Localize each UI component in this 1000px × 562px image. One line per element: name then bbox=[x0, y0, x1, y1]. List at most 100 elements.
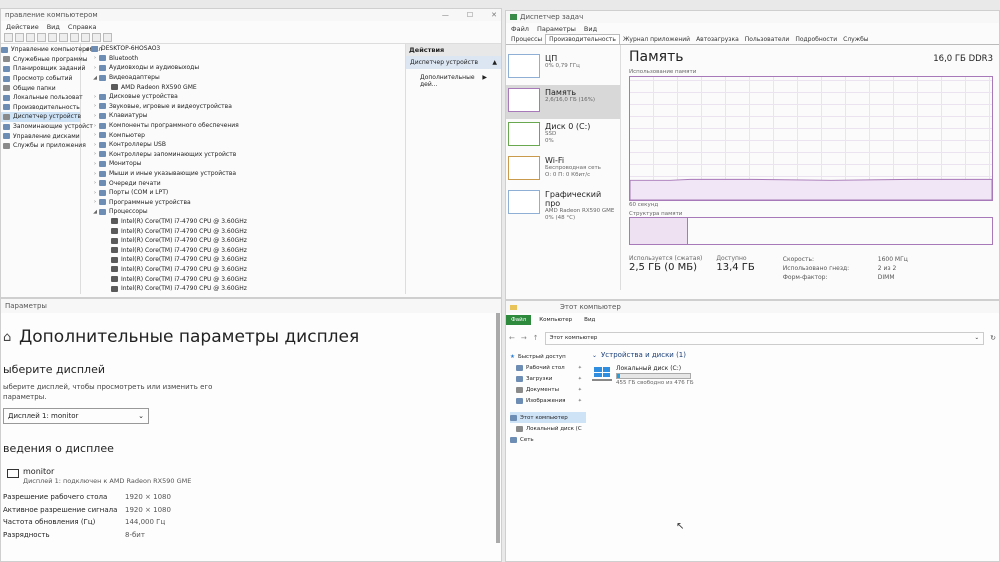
nav-quick-access[interactable]: ★ Быстрый доступ bbox=[510, 351, 586, 362]
expand-arrow-icon[interactable]: › bbox=[91, 65, 99, 71]
address-bar[interactable]: Этот компьютер ⌄ bbox=[544, 331, 985, 345]
drive-tile[interactable]: Локальный диск (C:) 455 ГБ свободно из 4… bbox=[592, 365, 999, 386]
device-category[interactable]: › Контроллеры USB bbox=[83, 140, 405, 150]
nav-local-disk[interactable]: Локальный диск (C bbox=[510, 423, 586, 434]
device-category[interactable]: › Клавиатуры bbox=[83, 111, 405, 121]
expand-arrow-icon[interactable]: › bbox=[91, 161, 99, 167]
perf-item[interactable]: ЦП 0% 0,79 ГГц bbox=[506, 51, 620, 85]
nav-documents[interactable]: Документы ✦ bbox=[510, 384, 586, 395]
device-category[interactable]: ◢ Процессоры bbox=[83, 207, 405, 217]
console-tree-item[interactable]: Служебные программы bbox=[1, 55, 87, 65]
maximize-icon[interactable]: ☐ bbox=[467, 11, 473, 19]
action-more[interactable]: Дополнительные дей... ▶ bbox=[406, 69, 501, 93]
section-devices-header[interactable]: ⌄ Устройства и диски (1) bbox=[592, 351, 999, 359]
device-item[interactable]: Intel(R) Core(TM) i7-4790 CPU @ 3.60GHz bbox=[83, 284, 405, 294]
device-category[interactable]: › Компьютер bbox=[83, 130, 405, 140]
expand-arrow-icon[interactable]: › bbox=[91, 113, 99, 119]
expand-arrow-icon[interactable]: › bbox=[91, 190, 99, 196]
console-tree-item[interactable]: Управление компьютером (л bbox=[1, 45, 102, 55]
tab-users[interactable]: Пользователи bbox=[742, 35, 793, 44]
device-category[interactable]: › Аудиовходы и аудиовыходы bbox=[83, 63, 405, 73]
perf-item[interactable]: Графический про AMD Radeon RX590 GME 0% (4… bbox=[506, 187, 620, 221]
up-icon[interactable] bbox=[26, 33, 35, 42]
expand-arrow-icon[interactable]: › bbox=[91, 180, 99, 186]
tm-menu-file[interactable]: Файл bbox=[511, 25, 529, 33]
up-arrow-icon[interactable]: ↑ bbox=[533, 334, 539, 342]
monitor-icon[interactable] bbox=[70, 33, 79, 42]
menu-view[interactable]: Вид bbox=[47, 23, 60, 31]
device-item[interactable]: Intel(R) Core(TM) i7-4790 CPU @ 3.60GHz bbox=[83, 255, 405, 265]
settings-scrollbar[interactable] bbox=[496, 313, 500, 543]
minimize-icon[interactable]: — bbox=[442, 11, 449, 19]
device-item[interactable]: Intel(R) Core(TM) i7-4790 CPU @ 3.60GHz bbox=[83, 245, 405, 255]
expand-arrow-icon[interactable]: › bbox=[91, 103, 99, 109]
expand-arrow-icon[interactable]: › bbox=[91, 142, 99, 148]
address-dropdown-icon[interactable]: ⌄ bbox=[975, 335, 980, 341]
back-icon[interactable] bbox=[4, 33, 13, 42]
close-icon[interactable]: ✕ bbox=[491, 11, 497, 19]
device-item[interactable]: Intel(R) Core(TM) i7-4790 CPU @ 3.60GHz bbox=[83, 236, 405, 246]
device-item[interactable]: Intel(R) Core(TM) i7-4790 CPU @ 3.60GHz bbox=[83, 274, 405, 284]
console-tree-item[interactable]: Диспетчер устройств bbox=[1, 112, 81, 122]
console-tree-item[interactable]: Планировщик заданий bbox=[1, 64, 85, 74]
device-category[interactable]: › Очереди печати bbox=[83, 178, 405, 188]
expand-arrow-icon[interactable]: › bbox=[91, 151, 99, 157]
console-tree-item[interactable]: Локальные пользоват bbox=[1, 93, 83, 103]
properties-icon[interactable] bbox=[37, 33, 46, 42]
collapse-arrow-icon[interactable]: ◢ bbox=[91, 209, 99, 215]
device-item[interactable]: Intel(R) Core(TM) i7-4790 CPU @ 3.60GHz bbox=[83, 226, 405, 236]
device-item[interactable]: Intel(R) Core(TM) i7-4790 CPU @ 3.60GHz bbox=[83, 265, 405, 275]
device-item[interactable]: Intel(R) Core(TM) i7-4790 CPU @ 3.60GHz bbox=[83, 217, 405, 227]
device-category[interactable]: › Bluetooth bbox=[83, 54, 405, 64]
refresh-icon[interactable]: ↻ bbox=[990, 334, 996, 342]
expand-arrow-icon[interactable]: › bbox=[91, 199, 99, 205]
tab-details[interactable]: Подробности bbox=[792, 35, 840, 44]
console-tree-item[interactable]: Службы и приложения bbox=[1, 141, 86, 151]
tab-services[interactable]: Службы bbox=[840, 35, 871, 44]
device-category[interactable]: › Мыши и иные указывающие устройства bbox=[83, 169, 405, 179]
uninstall-icon[interactable] bbox=[103, 33, 112, 42]
console-tree-item[interactable]: Просмотр событий bbox=[1, 74, 80, 84]
ribbon-tab-computer[interactable]: Компьютер bbox=[535, 315, 576, 325]
device-category[interactable]: › Мониторы bbox=[83, 159, 405, 169]
nav-pictures[interactable]: Изображения ✦ bbox=[510, 395, 586, 406]
nav-downloads[interactable]: Загрузки ✦ bbox=[510, 373, 586, 384]
device-item[interactable]: AMD Radeon RX590 GME bbox=[83, 82, 405, 92]
tree-root[interactable]: ◢ DESKTOP-6HOSAO3 bbox=[83, 44, 405, 54]
scan-icon[interactable] bbox=[59, 33, 68, 42]
expand-arrow-icon[interactable]: › bbox=[91, 132, 99, 138]
device-category[interactable]: › Программные устройства bbox=[83, 198, 405, 208]
expand-arrow-icon[interactable]: › bbox=[91, 123, 99, 129]
console-tree-item[interactable]: Управление дисками bbox=[1, 131, 80, 141]
disable-icon[interactable] bbox=[92, 33, 101, 42]
device-category[interactable]: › Дисковые устройства bbox=[83, 92, 405, 102]
nav-network[interactable]: Сеть bbox=[510, 434, 586, 445]
console-tree-item[interactable]: Запоминающие устройст bbox=[1, 122, 93, 132]
forward-arrow-icon[interactable]: → bbox=[521, 334, 527, 342]
tab-processes[interactable]: Процессы bbox=[508, 35, 545, 44]
tm-menu-options[interactable]: Параметры bbox=[537, 25, 576, 33]
tm-menu-view[interactable]: Вид bbox=[584, 25, 597, 33]
console-tree-item[interactable]: Общие папки bbox=[1, 83, 80, 93]
expand-arrow-icon[interactable]: › bbox=[91, 94, 99, 100]
nav-this-pc[interactable]: Этот компьютер bbox=[510, 412, 586, 423]
tab-performance[interactable]: Производительность bbox=[545, 34, 620, 44]
expand-arrow-icon[interactable]: › bbox=[91, 171, 99, 177]
console-tree-item[interactable]: Производительность bbox=[1, 103, 80, 113]
device-category[interactable]: › Контроллеры запоминающих устройств bbox=[83, 150, 405, 160]
perf-item[interactable]: Wi-Fi Беспроводная сеть О: 0 П: 0 Кбит/с bbox=[506, 153, 620, 187]
ribbon-tab-file[interactable]: Файл bbox=[506, 314, 532, 325]
help-icon[interactable] bbox=[48, 33, 57, 42]
update-driver-icon[interactable] bbox=[81, 33, 90, 42]
menu-help[interactable]: Справка bbox=[68, 23, 97, 31]
back-arrow-icon[interactable]: ← bbox=[509, 334, 515, 342]
forward-icon[interactable] bbox=[15, 33, 24, 42]
perf-item[interactable]: Память 2,6/16,0 ГБ (16%) bbox=[506, 85, 620, 119]
collapse-arrow-icon[interactable]: ◢ bbox=[91, 75, 99, 81]
device-category[interactable]: › Порты (COM и LPT) bbox=[83, 188, 405, 198]
device-category[interactable]: ◢ Видеоадаптеры bbox=[83, 73, 405, 83]
nav-desktop[interactable]: Рабочий стол ✦ bbox=[510, 362, 586, 373]
home-icon[interactable]: ⌂ bbox=[3, 330, 19, 345]
tab-startup[interactable]: Автозагрузка bbox=[693, 35, 742, 44]
menu-action[interactable]: Действие bbox=[6, 23, 39, 31]
